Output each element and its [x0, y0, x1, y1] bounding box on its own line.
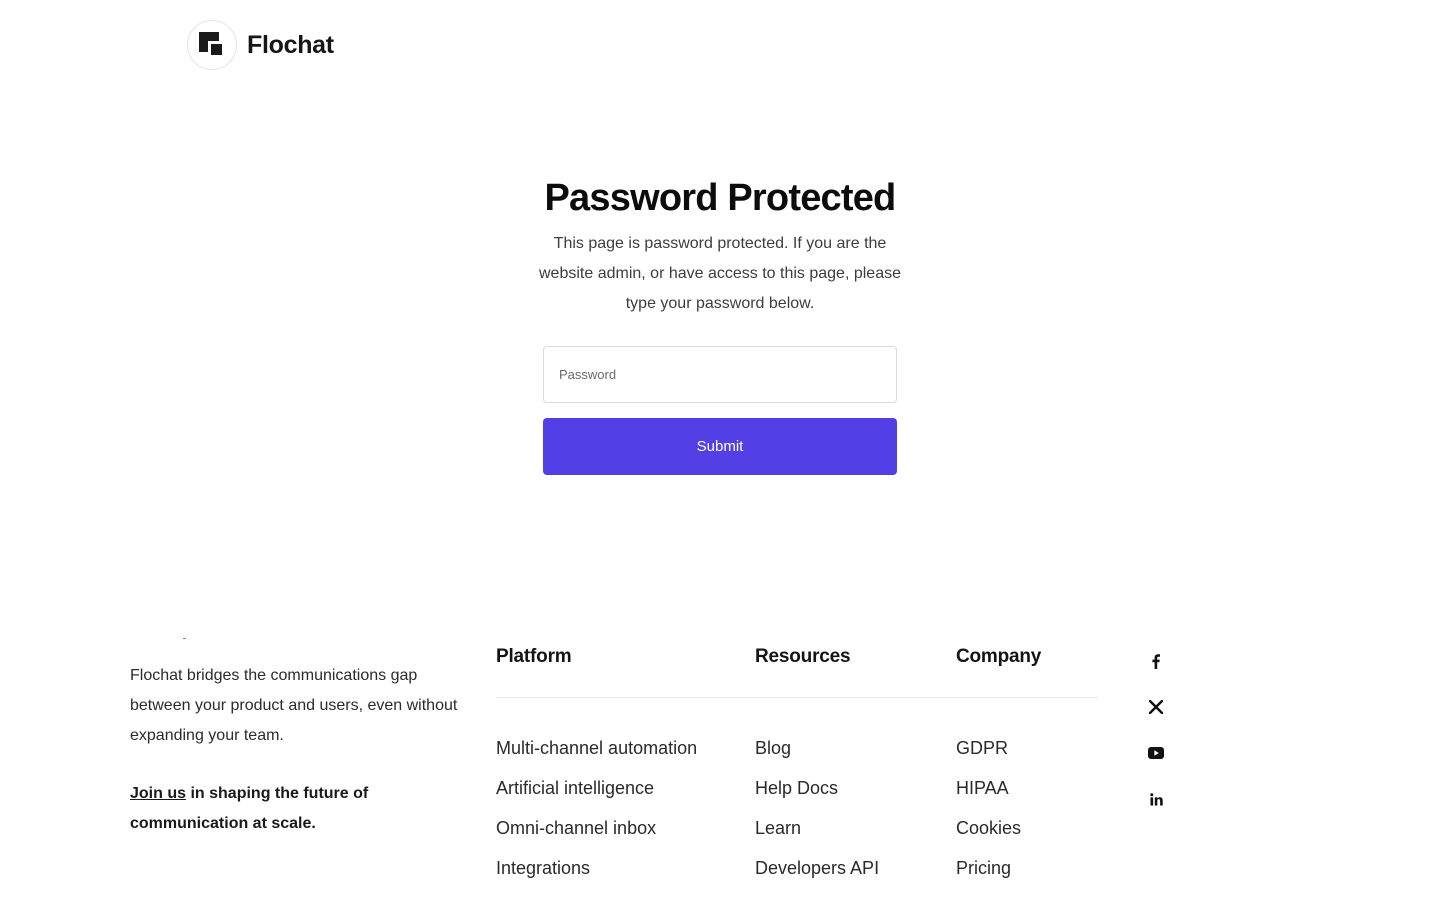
brand-name[interactable]: Flochat — [247, 31, 334, 60]
footer-link-omni-channel-inbox[interactable]: Omni-channel inbox — [496, 808, 697, 848]
footer-link-integrations[interactable]: Integrations — [496, 848, 697, 888]
page-description: This page is password protected. If you … — [539, 235, 901, 312]
site-footer: Flochat bridges the communications gap b… — [0, 620, 1440, 900]
footer-link-log-in[interactable]: Log in — [956, 888, 1041, 900]
footer-column-title: Platform — [496, 646, 572, 667]
page-title: Password Protected — [544, 177, 897, 219]
facebook-icon[interactable] — [1145, 650, 1167, 672]
password-input[interactable] — [543, 346, 897, 403]
footer-about-text: Flochat bridges the communications gap b… — [130, 667, 458, 744]
logo-mark — [199, 32, 225, 58]
footer-column-title: Resources — [755, 646, 851, 667]
footer-link-gdpr[interactable]: GDPR — [956, 728, 1041, 768]
footer-link-help-docs[interactable]: Help Docs — [755, 768, 879, 808]
site-header: Flochat — [187, 20, 334, 70]
footer-link-artificial-intelligence[interactable]: Artificial intelligence — [496, 768, 697, 808]
footer-join-text: Join us in shaping the future of communi… — [130, 779, 430, 839]
password-form: Submit — [543, 346, 897, 475]
footer-column-company: Company GDPR HIPAA Cookies Pricing Log i… — [956, 644, 1041, 900]
footer-column-platform: Platform Multi-channel automation Artifi… — [496, 644, 697, 900]
footer-link-pricing[interactable]: Pricing — [956, 848, 1041, 888]
footer-column-resources: Resources Blog Help Docs Learn Developer… — [755, 644, 879, 888]
footer-link-cookies[interactable]: Cookies — [956, 808, 1041, 848]
footer-link-learn[interactable]: Learn — [755, 808, 879, 848]
flochat-logo-icon[interactable] — [187, 20, 237, 70]
footer-logo-remnant — [183, 638, 186, 639]
footer-link-hipaa[interactable]: HIPAA — [956, 768, 1041, 808]
join-us-link[interactable]: Join us — [130, 785, 186, 802]
social-links — [1145, 650, 1167, 834]
footer-link-blog[interactable]: Blog — [755, 728, 879, 768]
youtube-icon[interactable] — [1145, 742, 1167, 764]
footer-link-gitbook-ai[interactable]: GitBook AI — [496, 888, 697, 900]
x-icon[interactable] — [1145, 696, 1167, 718]
linkedin-icon[interactable] — [1145, 788, 1167, 810]
password-section: Password Protected This page is password… — [0, 175, 1440, 319]
footer-column-title: Company — [956, 646, 1042, 667]
footer-link-developers-api[interactable]: Developers API — [755, 848, 879, 888]
submit-button[interactable]: Submit — [543, 418, 897, 475]
footer-link-multi-channel-automation[interactable]: Multi-channel automation — [496, 728, 697, 768]
